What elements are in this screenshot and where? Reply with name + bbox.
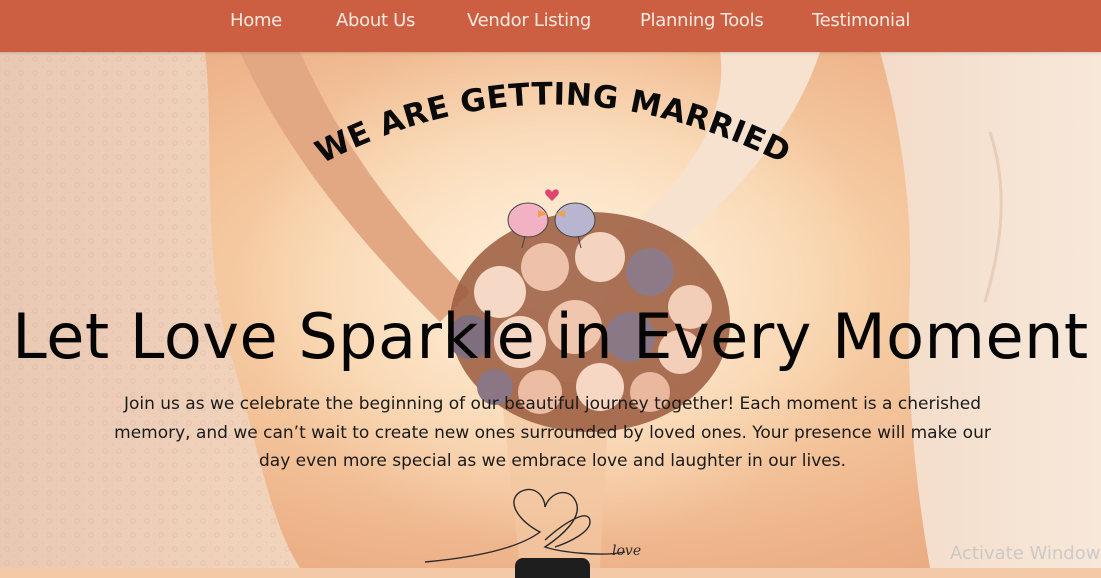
nav-item-planning-tools[interactable]: Planning Tools [640,10,764,31]
svg-text:love: love [612,543,641,559]
hero-description: Join us as we celebrate the beginning of… [114,394,991,471]
arc-title-text: WE ARE GETTING MARRIED [310,76,796,171]
arc-title-curved: WE ARE GETTING MARRIED [310,76,796,171]
svg-text:WE ARE GETTING MARRIED: WE ARE GETTING MARRIED [310,76,796,171]
cta-button[interactable] [515,558,590,578]
nav-item-about-us[interactable]: About Us [336,10,415,31]
activate-windows-watermark: Activate Window [950,543,1101,564]
top-navbar: Home About Us Vendor Listing Planning To… [0,0,1101,52]
nav-item-vendor-listing[interactable]: Vendor Listing [467,10,591,31]
nav-item-testimonial[interactable]: Testimonial [812,10,910,31]
nav-item-home[interactable]: Home [230,10,282,31]
hero-heading: Let Love Sparkle in Every Moment [12,300,1089,373]
